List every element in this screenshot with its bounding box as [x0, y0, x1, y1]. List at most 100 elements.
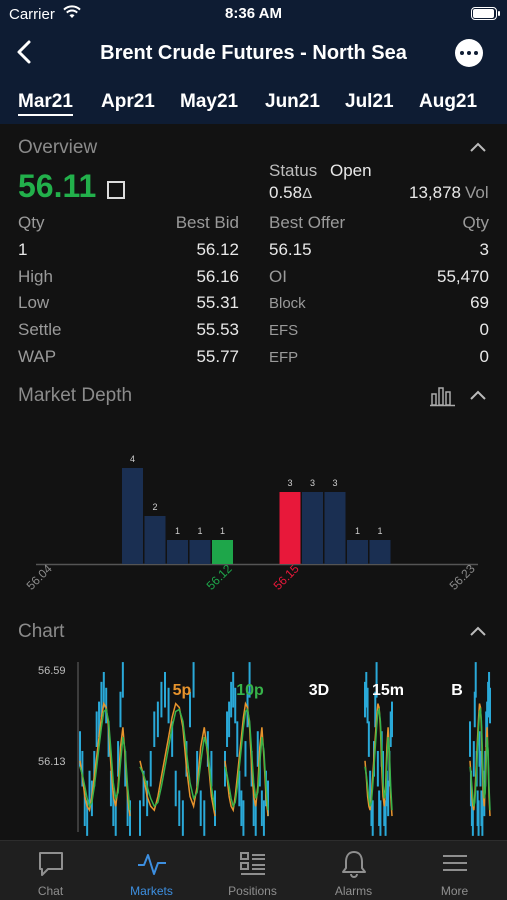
volume-value: 13,878: [409, 183, 461, 202]
depth-tick-label: 56.23: [447, 561, 478, 592]
tab-positions[interactable]: Positions: [202, 841, 303, 900]
positions-icon: [240, 852, 265, 875]
volume-label: Vol: [465, 183, 489, 202]
price-cluster: [79, 662, 131, 836]
price-box-icon: [107, 181, 125, 199]
qty-label: Qty: [18, 213, 45, 232]
oi-label: OI: [269, 267, 287, 286]
efp-label: EFP: [269, 349, 299, 366]
tab-chat[interactable]: Chat: [0, 841, 101, 900]
best-bid: 56.12: [196, 240, 239, 259]
status-label: Status: [269, 161, 318, 180]
market-depth-title: Market Depth: [18, 385, 133, 406]
efp-value: 0: [479, 347, 489, 366]
collapse-depth-icon[interactable]: [469, 389, 487, 401]
chat-icon: [39, 852, 63, 876]
offer-qty: 3: [479, 240, 489, 259]
depth-bar-label: 2: [152, 502, 157, 512]
delta-icon: Δ: [302, 185, 313, 202]
wap-label: WAP: [18, 347, 57, 366]
depth-bar-label: 1: [355, 526, 360, 536]
wap-value: 55.77: [196, 347, 239, 366]
depth-bar-label: 1: [197, 526, 202, 536]
nav-bar: Brent Crude Futures - North Sea: [0, 28, 507, 78]
bottom-tab-bar: Chat Markets Positions Alarms More: [0, 840, 507, 900]
last-price: 56.11: [18, 168, 97, 204]
low-label: Low: [18, 293, 50, 312]
tab-aug21[interactable]: Aug21: [419, 91, 477, 113]
offer-qty-label: Qty: [462, 213, 489, 232]
bar-chart-icon[interactable]: [430, 385, 456, 407]
settle-label: Settle: [18, 320, 62, 339]
depth-bar-label: 3: [332, 478, 337, 488]
depth-bar-label: 1: [377, 526, 382, 536]
more-options-button[interactable]: [455, 39, 483, 67]
tab-jul21[interactable]: Jul21: [345, 91, 394, 113]
best-bid-label: Best Bid: [175, 213, 239, 232]
tab-may21[interactable]: May21: [180, 91, 238, 113]
depth-bar: [347, 540, 368, 564]
tab-markets-label: Markets: [130, 884, 173, 898]
chart-toolbar-15m[interactable]: 15m: [372, 682, 404, 699]
status-value: Open: [330, 161, 372, 180]
chart-title: Chart: [18, 621, 65, 642]
depth-bar-label: 1: [220, 526, 225, 536]
price-cluster: [469, 662, 491, 836]
tab-jun21[interactable]: Jun21: [265, 91, 320, 113]
best-offer-label: Best Offer: [269, 213, 346, 232]
chart-toolbar-10p[interactable]: 10p: [236, 682, 264, 699]
depth-bar: [324, 492, 346, 564]
depth-bar: [189, 540, 211, 564]
depth-bar: [279, 492, 301, 564]
depth-bar-label: 1: [175, 526, 180, 536]
tab-positions-label: Positions: [228, 884, 277, 898]
contract-tabs: Mar21 Apr21 May21 Jun21 Jul21 Aug21: [0, 78, 507, 124]
depth-bar-label: 3: [310, 478, 315, 488]
page-title: Brent Crude Futures - North Sea: [100, 42, 407, 64]
tab-alarms-label: Alarms: [334, 884, 373, 898]
chart-toolbar-5p[interactable]: 5p: [173, 682, 192, 699]
depth-bar: [167, 540, 188, 564]
collapse-overview-icon[interactable]: [469, 141, 487, 153]
menu-icon: [443, 855, 467, 871]
block-value: 69: [470, 293, 489, 312]
bell-icon: [342, 851, 366, 878]
tab-more-label: More: [440, 884, 469, 898]
tab-mar21[interactable]: Mar21: [18, 91, 73, 116]
depth-tick-label: 56.15: [271, 561, 302, 592]
battery-icon: [471, 7, 500, 20]
chart-toolbar-3d[interactable]: 3D: [309, 682, 329, 699]
chart-y-tick: 56.59: [38, 665, 66, 677]
best-offer: 56.15: [269, 240, 312, 259]
bid-qty: 1: [18, 240, 28, 259]
low-value: 55.31: [196, 293, 239, 312]
depth-bar-label: 4: [130, 454, 135, 464]
tab-alarms[interactable]: Alarms: [303, 841, 404, 900]
collapse-chart-icon[interactable]: [469, 625, 487, 637]
depth-bar: [144, 516, 166, 564]
high-value: 56.16: [196, 267, 239, 286]
oi-value: 55,470: [437, 267, 489, 286]
depth-bar: [122, 468, 143, 564]
tab-markets[interactable]: Markets: [101, 841, 202, 900]
depth-bar-label: 3: [287, 478, 292, 488]
chart-y-tick: 56.13: [38, 756, 66, 768]
overview-title: Overview: [18, 137, 98, 158]
depth-bar: [212, 540, 233, 564]
ma-10p-line: [79, 708, 131, 811]
price-chart[interactable]: 56.59 56.13 5p 10p 3D 15m B: [0, 650, 507, 840]
settle-value: 55.53: [196, 320, 239, 339]
tab-apr21[interactable]: Apr21: [101, 91, 155, 113]
depth-tick-label: 56.04: [24, 561, 55, 592]
status-bar: Carrier 8:36 AM: [0, 0, 507, 28]
depth-bar: [369, 540, 391, 564]
chart-toolbar-b[interactable]: B: [451, 682, 463, 699]
efs-value: 0: [479, 320, 489, 339]
market-depth-chart: 4 2 1 1 1 3 3 3 1 1 56.04 56.12 56.15 56.23: [24, 454, 478, 593]
tab-chat-label: Chat: [37, 884, 64, 898]
tab-more[interactable]: More: [404, 841, 505, 900]
markets-icon: [138, 854, 166, 875]
depth-bar: [302, 492, 323, 564]
efs-label: EFS: [269, 322, 299, 339]
clock: 8:36 AM: [225, 5, 282, 22]
